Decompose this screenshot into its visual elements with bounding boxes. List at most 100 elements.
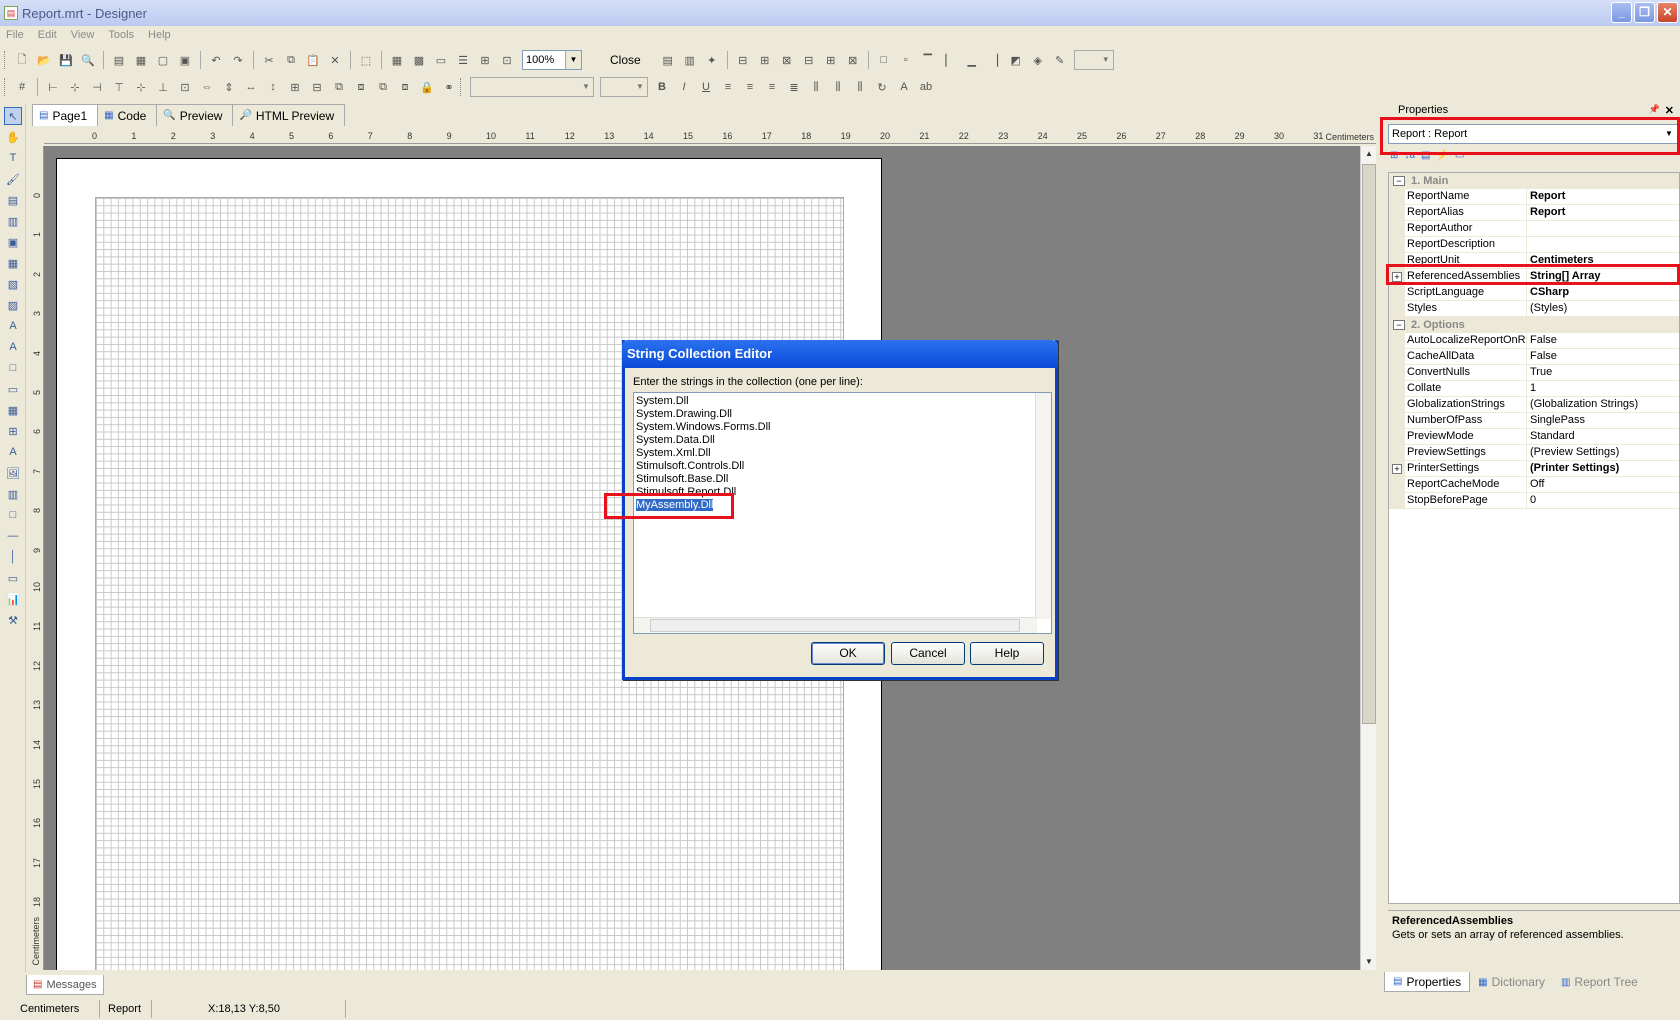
new-dialog-icon[interactable]: ▦ (132, 51, 150, 69)
property-value[interactable]: (Preview Settings) (1527, 445, 1679, 461)
property-category[interactable]: −1. Main (1389, 173, 1679, 189)
property-value[interactable]: 0 (1527, 493, 1679, 509)
cross-tab-icon[interactable]: ⊞ (4, 422, 22, 440)
border-style-select[interactable]: ▼ (1073, 50, 1114, 70)
align-left-icon[interactable]: ⊢ (44, 78, 62, 96)
cancel-button[interactable]: Cancel (891, 642, 965, 665)
string-line[interactable]: System.Windows.Forms.Dll (636, 421, 770, 434)
header-band-icon[interactable]: ▨ (4, 296, 22, 314)
v-align-top-icon[interactable]: ⫼ (807, 78, 825, 96)
tab-page1[interactable]: ▤ Page1 (32, 104, 99, 126)
string-line[interactable]: System.Xml.Dll (636, 447, 770, 460)
tab-report-tree[interactable]: ▥ Report Tree (1553, 972, 1646, 992)
delete-icon[interactable]: ✕ (326, 51, 344, 69)
property-value[interactable] (1527, 237, 1679, 253)
space-icon[interactable]: ⊞ (286, 78, 304, 96)
report-setup-icon[interactable]: ▥ (681, 51, 699, 69)
other-tools-icon[interactable]: ⚒ (4, 611, 22, 629)
scroll-down-icon[interactable]: ▼ (1361, 954, 1377, 970)
border-none-icon[interactable]: ▫ (897, 51, 915, 69)
data-band-icon[interactable]: ▧ (4, 275, 22, 293)
wizard-icon[interactable]: ✦ (703, 51, 721, 69)
property-value[interactable]: 1 (1527, 381, 1679, 397)
tab-messages[interactable]: ▤ Messages (26, 975, 104, 995)
text-icon[interactable]: A (4, 317, 22, 335)
panel-icon[interactable]: ▦ (4, 254, 22, 272)
format-painter-icon[interactable]: 🖌 (4, 170, 22, 188)
property-row[interactable]: Collate 1 (1389, 381, 1679, 397)
tab-code[interactable]: ▦ Code (97, 104, 158, 126)
show-headers-icon[interactable]: ▭ (432, 51, 450, 69)
property-value[interactable]: (Styles) (1527, 301, 1679, 317)
border-icon[interactable]: □ (875, 51, 893, 69)
tab-preview[interactable]: 🔍 Preview (156, 104, 234, 126)
property-row[interactable]: StopBeforePage 0 (1389, 493, 1679, 509)
report-icon[interactable]: ▤ (659, 51, 677, 69)
align-middle-icon[interactable]: ⊹ (132, 78, 150, 96)
barcode-icon[interactable]: ▥ (4, 485, 22, 503)
border-left-icon[interactable]: ▏ (941, 51, 959, 69)
container-icon[interactable]: □ (4, 359, 22, 377)
property-row[interactable]: Styles (Styles) (1389, 301, 1679, 317)
link-icon[interactable]: ⚭ (440, 78, 458, 96)
menu-tools[interactable]: Tools (108, 29, 134, 41)
v-align-center-icon[interactable]: ⫼ (829, 78, 847, 96)
property-category[interactable]: −2. Options (1389, 317, 1679, 333)
expand-icon[interactable]: + (1392, 464, 1402, 474)
menu-help[interactable]: Help (148, 29, 171, 41)
property-value[interactable]: Report (1527, 189, 1679, 205)
property-value[interactable]: Report (1527, 205, 1679, 221)
font-name-select[interactable]: ▼ (470, 77, 594, 97)
redo-icon[interactable]: ↷ (229, 51, 247, 69)
new-icon[interactable]: 🗋 (13, 51, 31, 69)
property-row[interactable]: ConvertNulls True (1389, 365, 1679, 381)
move-backward-icon[interactable]: ⧈ (396, 78, 414, 96)
clone-icon[interactable]: ▭ (4, 380, 22, 398)
tab-properties[interactable]: ▤ Properties (1384, 972, 1471, 992)
toolbar-grip[interactable] (460, 78, 463, 96)
textarea-horizontal-scrollbar[interactable] (634, 617, 1037, 633)
property-row[interactable]: NumberOfPass SinglePass (1389, 413, 1679, 429)
restore-button[interactable]: ❐ (1634, 2, 1655, 23)
property-row[interactable]: GlobalizationStrings (Globalization Strin… (1389, 397, 1679, 413)
select-tool-icon[interactable]: ↖ (4, 107, 22, 125)
table-icon[interactable]: ▦ (4, 401, 22, 419)
align-to-grid-icon[interactable]: # (13, 78, 31, 96)
horizontal-line-icon[interactable]: — (4, 527, 22, 545)
new-page-icon[interactable]: ▤ (110, 51, 128, 69)
copy-icon[interactable]: ⧉ (282, 51, 300, 69)
help-button[interactable]: Help (970, 642, 1044, 665)
align-right-edges-icon[interactable]: ⊠ (778, 51, 796, 69)
toolbar-grip[interactable] (4, 51, 7, 69)
scrollbar-thumb[interactable] (650, 619, 1020, 632)
bold-icon[interactable]: B (653, 78, 671, 96)
page-setup-icon[interactable]: ▣ (176, 51, 194, 69)
property-row[interactable]: ReportCacheMode Off (1389, 477, 1679, 493)
textarea-vertical-scrollbar[interactable] (1035, 393, 1051, 619)
shadow-icon[interactable]: ◩ (1007, 51, 1025, 69)
property-row[interactable]: ReportAuthor (1389, 221, 1679, 237)
border-right-icon[interactable]: ▕ (985, 51, 1003, 69)
property-row[interactable]: PreviewSettings (Preview Settings) (1389, 445, 1679, 461)
border-top-icon[interactable]: ▔ (919, 51, 937, 69)
property-value[interactable]: CSharp (1527, 285, 1679, 301)
print-preview-icon[interactable]: 🔍 (79, 51, 97, 69)
menu-file[interactable]: File (6, 29, 24, 41)
ok-button[interactable]: OK (811, 642, 885, 665)
tab-dictionary[interactable]: ▦ Dictionary (1470, 972, 1553, 992)
font-color-icon[interactable]: A (895, 78, 913, 96)
chart-icon[interactable]: 📊 (4, 590, 22, 608)
rich-text-icon[interactable]: A (4, 338, 22, 356)
align-center-icon[interactable]: ⊹ (66, 78, 84, 96)
subreport-icon[interactable]: ▣ (4, 233, 22, 251)
property-value[interactable]: Off (1527, 477, 1679, 493)
align-bottom-icon[interactable]: ⊥ (154, 78, 172, 96)
property-row[interactable]: CacheAllData False (1389, 349, 1679, 365)
save-icon[interactable]: 💾 (57, 51, 75, 69)
collapse-icon[interactable]: − (1393, 320, 1405, 330)
property-row[interactable]: ScriptLanguage CSharp (1389, 285, 1679, 301)
cut-icon[interactable]: ✂ (260, 51, 278, 69)
align-bottom-edges-icon[interactable]: ⊠ (844, 51, 862, 69)
send-to-back-icon[interactable]: ⧈ (352, 78, 370, 96)
shape-icon[interactable]: □ (4, 506, 22, 524)
